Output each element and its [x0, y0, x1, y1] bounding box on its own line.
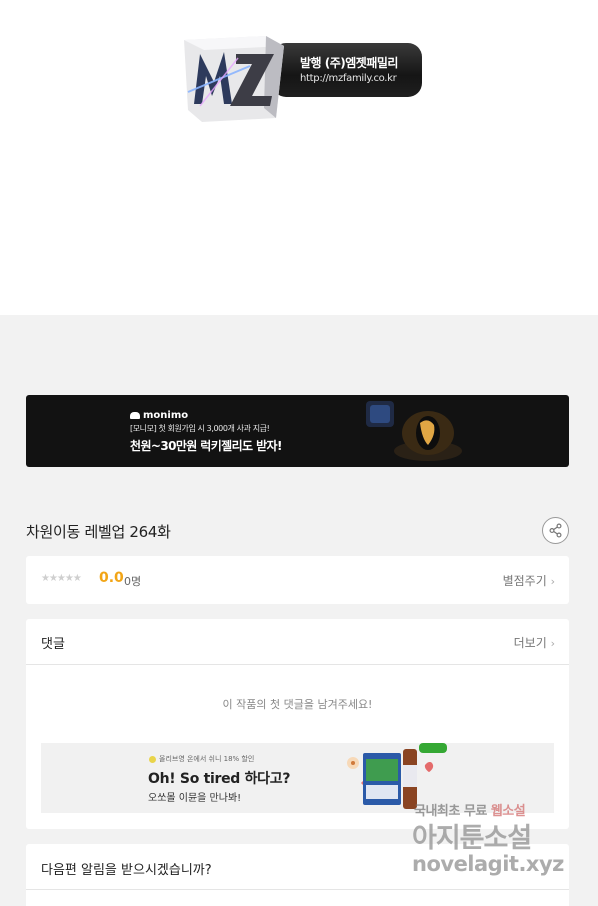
chevron-right-icon: ›	[550, 637, 555, 650]
rate-button-label: 별점주기	[502, 574, 547, 588]
chevron-right-icon: ›	[550, 575, 555, 588]
comment-more-label: 더보기	[513, 636, 547, 650]
notification-card: 다음편 알림을 받으시겠습니까?	[26, 844, 569, 906]
ad-tag-text: 올리브영 온에서 쉬니 18% 할인	[159, 755, 255, 763]
ad-banner-monimo[interactable]: monimo [모니모] 첫 회원가입 시 3,000개 사과 지급! 천원~3…	[26, 395, 569, 467]
divider	[26, 889, 569, 890]
notification-question: 다음편 알림을 받으시겠습니까?	[41, 863, 212, 878]
ad-headline: Oh! So tired 하다고?	[148, 771, 291, 787]
episode-title: 차원이동 레벨업 264화	[26, 523, 171, 541]
share-icon	[549, 523, 562, 538]
product-illustration	[347, 743, 447, 809]
monimo-brand: monimo	[130, 410, 188, 421]
jelly-bean-illustration	[366, 401, 462, 461]
rate-button[interactable]: 별점주기 ›	[503, 572, 555, 589]
olive-young-icon	[149, 755, 156, 763]
comment-header: 댓글 더보기 ›	[26, 619, 569, 665]
ad-headline: 천원~30만원 럭키젤리도 받자!	[130, 439, 282, 453]
publisher-logo: 발행 (주)엠젯패밀리 http://mzfamily.co.kr	[180, 30, 425, 125]
comment-section: 댓글 더보기 › 이 작품의 첫 댓글을 남겨주세요! 올리브영 온에서 쉬니 …	[26, 619, 569, 829]
publisher-name: 발행 (주)엠젯패밀리	[300, 56, 398, 70]
monimo-logo-icon	[130, 412, 140, 419]
ad-subline: [모니모] 첫 회원가입 시 3,000개 사과 지급!	[130, 424, 270, 433]
comment-more-link[interactable]: 더보기 ›	[514, 634, 555, 651]
publisher-url: http://mzfamily.co.kr	[300, 73, 397, 84]
comment-empty-message: 이 작품의 첫 댓글을 남겨주세요!	[222, 698, 373, 711]
rating-stars: ★★★★★	[41, 573, 82, 584]
share-button[interactable]	[542, 517, 569, 544]
rating-count: 0명	[124, 575, 142, 588]
header-area: 발행 (주)엠젯패밀리 http://mzfamily.co.kr	[0, 0, 598, 315]
monimo-brand-label: monimo	[143, 410, 189, 421]
mz-logo-mark	[184, 36, 284, 122]
ad-banner-orthomol[interactable]: 올리브영 온에서 쉬니 18% 할인 Oh! So tired 하다고? 오쏘몰…	[41, 743, 554, 813]
rating-card: ★★★★★ 0.0 0명 별점주기 ›	[26, 556, 569, 604]
ad-subline: 오쏘몰 이뮨을 만나봐!	[148, 793, 242, 804]
rating-score: 0.0	[99, 570, 124, 586]
ad-tag: 올리브영 온에서 쉬니 18% 할인	[149, 754, 254, 764]
comment-title: 댓글	[41, 637, 65, 652]
